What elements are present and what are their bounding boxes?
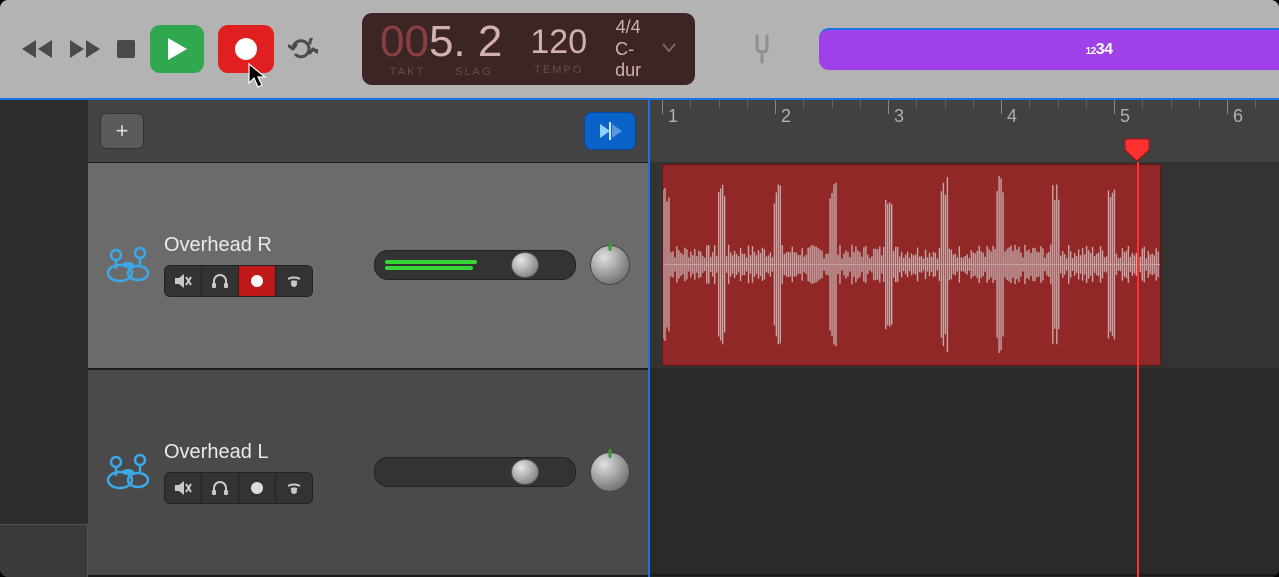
- lcd-time-signature: 4/4: [616, 17, 641, 39]
- input-monitor-icon: [285, 480, 303, 496]
- lcd-bars-dim: 00: [380, 17, 429, 66]
- lcd-bars-beats: 005. 2: [380, 20, 502, 64]
- mute-button[interactable]: [165, 266, 201, 296]
- lcd-position[interactable]: 005. 2 TAKT SLAG: [366, 20, 516, 78]
- playhead-marker[interactable]: [1124, 138, 1150, 162]
- fader-thumb[interactable]: [511, 252, 539, 278]
- mute-icon: [174, 480, 192, 496]
- drums-icon: [106, 450, 150, 494]
- mute-button[interactable]: [165, 473, 201, 503]
- catch-playhead-icon: [597, 121, 623, 141]
- track-name-label: Overhead L: [164, 441, 360, 464]
- countin-label: 1234: [1086, 41, 1113, 59]
- record-dot-icon: [250, 481, 264, 495]
- track-name-label: Overhead R: [164, 234, 360, 257]
- track-lane[interactable]: [650, 368, 1279, 576]
- countin-button[interactable]: 1234: [819, 28, 1279, 70]
- lcd-beats: 2: [478, 17, 502, 66]
- track-lane[interactable]: [650, 162, 1279, 370]
- bar-ruler[interactable]: 1 2 3 4 5 6: [650, 100, 1279, 163]
- lcd-key: C-dur: [615, 39, 641, 81]
- gutter-bottom-panel: [0, 524, 88, 577]
- tracks-area: [650, 162, 1279, 577]
- level-meter-r: [385, 266, 473, 270]
- rewind-icon: [20, 38, 54, 60]
- track-header-toolbar: +: [88, 100, 648, 163]
- left-gutter: [0, 98, 88, 577]
- arrange-area[interactable]: 1 2 3 4 5 6: [650, 98, 1279, 577]
- playhead-line: [1137, 162, 1139, 577]
- add-track-button[interactable]: +: [100, 113, 144, 149]
- volume-fader[interactable]: [374, 250, 576, 280]
- lcd-tempo-value: 120: [530, 23, 587, 62]
- lcd-label-beat: SLAG: [455, 66, 492, 78]
- waveform: [663, 165, 1160, 364]
- lcd-disclosure[interactable]: [661, 39, 677, 60]
- lcd-signature-key[interactable]: 4/4 C-dur: [601, 17, 655, 81]
- plus-icon: +: [116, 118, 129, 144]
- lcd-label-bar: TAKT: [390, 66, 425, 78]
- tuning-fork-icon: [749, 34, 775, 64]
- mute-icon: [174, 273, 192, 289]
- catch-playhead-button[interactable]: [584, 112, 636, 150]
- headphones-icon: [211, 273, 229, 289]
- ruler-bar-number: 4: [1007, 106, 1017, 127]
- input-monitor-button[interactable]: [275, 473, 312, 503]
- level-meter-l: [385, 260, 477, 264]
- forward-icon: [68, 38, 102, 60]
- track-button-group: [164, 472, 313, 504]
- tuner-button[interactable]: [749, 29, 775, 69]
- stop-button[interactable]: [116, 29, 136, 69]
- ruler-bar-number: 5: [1120, 106, 1130, 127]
- control-bar: 005. 2 TAKT SLAG 120 TEMPO 4/4 C-dur: [0, 0, 1279, 98]
- rewind-button[interactable]: [20, 29, 54, 69]
- pan-knob[interactable]: [590, 452, 630, 492]
- input-monitor-button[interactable]: [275, 266, 312, 296]
- chevron-down-icon: [661, 39, 677, 55]
- track-button-group: [164, 265, 313, 297]
- audio-region-recording[interactable]: [662, 164, 1161, 366]
- stop-icon: [116, 39, 136, 59]
- cursor-icon: [248, 63, 270, 89]
- cycle-button[interactable]: [288, 29, 318, 69]
- volume-fader[interactable]: [374, 457, 576, 487]
- ruler-bar-number: 2: [781, 106, 791, 127]
- app-window: 005. 2 TAKT SLAG 120 TEMPO 4/4 C-dur: [0, 0, 1279, 577]
- drums-icon: [106, 243, 150, 287]
- record-icon: [234, 37, 258, 61]
- track-header-panel: +: [88, 98, 650, 577]
- lcd-tempo[interactable]: 120 TEMPO: [516, 23, 601, 76]
- fader-thumb[interactable]: [511, 459, 539, 485]
- lcd-display: 005. 2 TAKT SLAG 120 TEMPO 4/4 C-dur: [362, 13, 695, 85]
- track-header-row[interactable]: Overhead L: [88, 370, 648, 577]
- record-enable-button[interactable]: [238, 473, 275, 503]
- pan-knob[interactable]: [590, 245, 630, 285]
- cycle-icon: [288, 38, 318, 60]
- lcd-label-tempo: TEMPO: [534, 64, 583, 76]
- forward-button[interactable]: [68, 29, 102, 69]
- play-button[interactable]: [150, 25, 204, 73]
- record-enable-button[interactable]: [238, 266, 275, 296]
- solo-button[interactable]: [201, 473, 238, 503]
- ruler-bar-number: 1: [668, 106, 678, 127]
- lcd-bars-bright: 5.: [429, 17, 466, 66]
- track-icon-drums: [106, 450, 150, 494]
- ruler-bar-number: 3: [894, 106, 904, 127]
- record-button[interactable]: [218, 25, 274, 73]
- headphones-icon: [211, 480, 229, 496]
- track-icon-drums: [106, 243, 150, 287]
- solo-button[interactable]: [201, 266, 238, 296]
- input-monitor-icon: [285, 273, 303, 289]
- track-header-row[interactable]: Overhead R: [88, 163, 648, 370]
- ruler-bar-number: 6: [1233, 106, 1243, 127]
- record-dot-icon: [250, 274, 264, 288]
- main-area: +: [0, 98, 1279, 577]
- play-icon: [166, 37, 188, 61]
